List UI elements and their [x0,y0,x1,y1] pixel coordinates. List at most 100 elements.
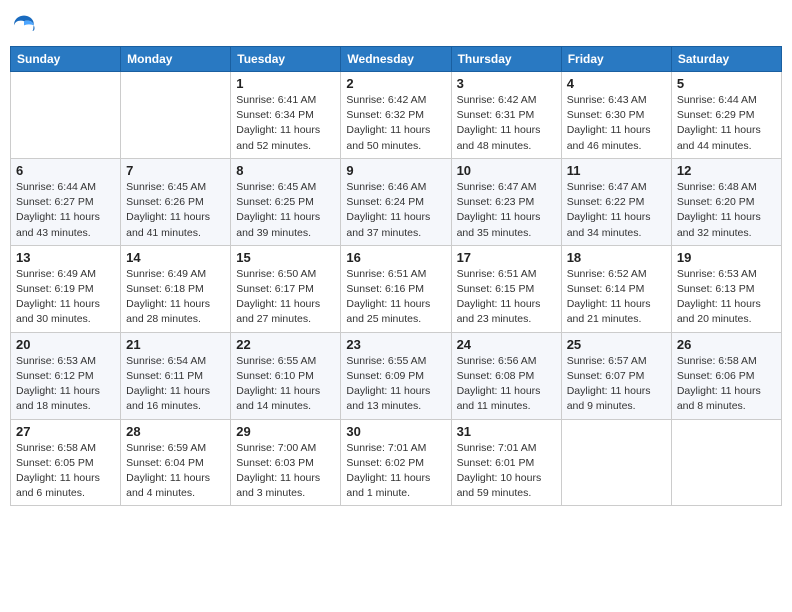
day-number: 8 [236,163,335,178]
day-info: Sunrise: 6:47 AM Sunset: 6:23 PM Dayligh… [457,180,556,241]
calendar-cell: 18 Sunrise: 6:52 AM Sunset: 6:14 PM Dayli… [561,245,671,332]
day-number: 25 [567,337,666,352]
calendar-cell: 23Sunrise: 6:55 AM Sunset: 6:09 PM Dayli… [341,332,451,419]
day-info: Sunrise: 6:49 AM Sunset: 6:19 PM Dayligh… [16,267,115,328]
calendar-cell: 7Sunrise: 6:45 AM Sunset: 6:26 PM Daylig… [121,158,231,245]
calendar-week-2: 6Sunrise: 6:44 AM Sunset: 6:27 PM Daylig… [11,158,782,245]
day-info: Sunrise: 6:51 AM Sunset: 6:16 PM Dayligh… [346,267,445,328]
calendar-cell: 24 Sunrise: 6:56 AM Sunset: 6:08 PM Dayli… [451,332,561,419]
day-number: 28 [126,424,225,439]
day-info: Sunrise: 6:52 AM Sunset: 6:14 PM Dayligh… [567,267,666,328]
calendar-week-3: 13 Sunrise: 6:49 AM Sunset: 6:19 PM Dayli… [11,245,782,332]
calendar-cell: 26 Sunrise: 6:58 AM Sunset: 6:06 PM Dayli… [671,332,781,419]
day-info: Sunrise: 6:58 AM Sunset: 6:06 PM Dayligh… [677,354,776,415]
day-info: Sunrise: 6:58 AM Sunset: 6:05 PM Dayligh… [16,441,115,502]
day-info: Sunrise: 6:44 AM Sunset: 6:29 PM Dayligh… [677,93,776,154]
day-of-week-monday: Monday [121,47,231,72]
day-info: Sunrise: 6:46 AM Sunset: 6:24 PM Dayligh… [346,180,445,241]
day-of-week-saturday: Saturday [671,47,781,72]
calendar-cell: 10 Sunrise: 6:47 AM Sunset: 6:23 PM Dayli… [451,158,561,245]
day-info: Sunrise: 6:53 AM Sunset: 6:12 PM Dayligh… [16,354,115,415]
day-info: Sunrise: 6:41 AM Sunset: 6:34 PM Dayligh… [236,93,335,154]
day-number: 29 [236,424,335,439]
day-info: Sunrise: 6:59 AM Sunset: 6:04 PM Dayligh… [126,441,225,502]
day-info: Sunrise: 6:45 AM Sunset: 6:26 PM Dayligh… [126,180,225,241]
day-number: 9 [346,163,445,178]
day-info: Sunrise: 6:56 AM Sunset: 6:08 PM Dayligh… [457,354,556,415]
day-number: 24 [457,337,556,352]
day-info: Sunrise: 6:53 AM Sunset: 6:13 PM Dayligh… [677,267,776,328]
calendar-cell: 19 Sunrise: 6:53 AM Sunset: 6:13 PM Dayli… [671,245,781,332]
day-number: 11 [567,163,666,178]
day-number: 26 [677,337,776,352]
calendar-cell: 15Sunrise: 6:50 AM Sunset: 6:17 PM Dayli… [231,245,341,332]
day-number: 20 [16,337,115,352]
day-info: Sunrise: 7:01 AM Sunset: 6:01 PM Dayligh… [457,441,556,502]
calendar-cell: 16 Sunrise: 6:51 AM Sunset: 6:16 PM Dayli… [341,245,451,332]
day-number: 12 [677,163,776,178]
calendar-cell: 2Sunrise: 6:42 AM Sunset: 6:32 PM Daylig… [341,72,451,159]
calendar-cell: 21 Sunrise: 6:54 AM Sunset: 6:11 PM Dayli… [121,332,231,419]
calendar-cell: 13 Sunrise: 6:49 AM Sunset: 6:19 PM Dayli… [11,245,121,332]
day-info: Sunrise: 6:44 AM Sunset: 6:27 PM Dayligh… [16,180,115,241]
logo [10,10,42,38]
calendar-cell: 5 Sunrise: 6:44 AM Sunset: 6:29 PM Daylig… [671,72,781,159]
calendar-week-1: 1 Sunrise: 6:41 AM Sunset: 6:34 PM Daylig… [11,72,782,159]
calendar-cell [121,72,231,159]
calendar-cell: 17 Sunrise: 6:51 AM Sunset: 6:15 PM Dayli… [451,245,561,332]
calendar-cell: 22Sunrise: 6:55 AM Sunset: 6:10 PM Dayli… [231,332,341,419]
calendar-cell: 11 Sunrise: 6:47 AM Sunset: 6:22 PM Dayli… [561,158,671,245]
day-number: 10 [457,163,556,178]
calendar-cell: 6Sunrise: 6:44 AM Sunset: 6:27 PM Daylig… [11,158,121,245]
calendar-cell: 27Sunrise: 6:58 AM Sunset: 6:05 PM Dayli… [11,419,121,506]
day-of-week-sunday: Sunday [11,47,121,72]
page-header [10,10,782,38]
day-info: Sunrise: 6:49 AM Sunset: 6:18 PM Dayligh… [126,267,225,328]
day-info: Sunrise: 6:42 AM Sunset: 6:32 PM Dayligh… [346,93,445,154]
day-info: Sunrise: 6:55 AM Sunset: 6:10 PM Dayligh… [236,354,335,415]
day-info: Sunrise: 6:51 AM Sunset: 6:15 PM Dayligh… [457,267,556,328]
day-info: Sunrise: 6:54 AM Sunset: 6:11 PM Dayligh… [126,354,225,415]
calendar-week-5: 27Sunrise: 6:58 AM Sunset: 6:05 PM Dayli… [11,419,782,506]
day-number: 4 [567,76,666,91]
calendar-table: SundayMondayTuesdayWednesdayThursdayFrid… [10,46,782,506]
calendar-cell: 12 Sunrise: 6:48 AM Sunset: 6:20 PM Dayli… [671,158,781,245]
calendar-week-4: 20 Sunrise: 6:53 AM Sunset: 6:12 PM Dayli… [11,332,782,419]
day-number: 13 [16,250,115,265]
day-info: Sunrise: 6:43 AM Sunset: 6:30 PM Dayligh… [567,93,666,154]
day-info: Sunrise: 6:48 AM Sunset: 6:20 PM Dayligh… [677,180,776,241]
day-number: 30 [346,424,445,439]
calendar-cell: 9 Sunrise: 6:46 AM Sunset: 6:24 PM Daylig… [341,158,451,245]
calendar-cell: 8 Sunrise: 6:45 AM Sunset: 6:25 PM Daylig… [231,158,341,245]
day-of-week-thursday: Thursday [451,47,561,72]
calendar-cell: 28 Sunrise: 6:59 AM Sunset: 6:04 PM Dayli… [121,419,231,506]
calendar-cell: 30Sunrise: 7:01 AM Sunset: 6:02 PM Dayli… [341,419,451,506]
logo-icon [10,10,38,38]
day-number: 16 [346,250,445,265]
calendar-cell: 25 Sunrise: 6:57 AM Sunset: 6:07 PM Dayli… [561,332,671,419]
day-info: Sunrise: 6:47 AM Sunset: 6:22 PM Dayligh… [567,180,666,241]
calendar-cell: 4 Sunrise: 6:43 AM Sunset: 6:30 PM Daylig… [561,72,671,159]
day-of-week-wednesday: Wednesday [341,47,451,72]
day-info: Sunrise: 6:45 AM Sunset: 6:25 PM Dayligh… [236,180,335,241]
day-info: Sunrise: 6:50 AM Sunset: 6:17 PM Dayligh… [236,267,335,328]
calendar-cell: 29 Sunrise: 7:00 AM Sunset: 6:03 PM Dayli… [231,419,341,506]
calendar-cell: 3Sunrise: 6:42 AM Sunset: 6:31 PM Daylig… [451,72,561,159]
calendar-cell [11,72,121,159]
day-number: 21 [126,337,225,352]
day-of-week-friday: Friday [561,47,671,72]
calendar-cell [671,419,781,506]
day-number: 14 [126,250,225,265]
calendar-header-row: SundayMondayTuesdayWednesdayThursdayFrid… [11,47,782,72]
day-number: 18 [567,250,666,265]
day-info: Sunrise: 6:57 AM Sunset: 6:07 PM Dayligh… [567,354,666,415]
day-number: 3 [457,76,556,91]
day-number: 19 [677,250,776,265]
calendar-cell: 1 Sunrise: 6:41 AM Sunset: 6:34 PM Daylig… [231,72,341,159]
day-number: 5 [677,76,776,91]
day-number: 17 [457,250,556,265]
calendar-cell: 14 Sunrise: 6:49 AM Sunset: 6:18 PM Dayli… [121,245,231,332]
calendar-cell: 31Sunrise: 7:01 AM Sunset: 6:01 PM Dayli… [451,419,561,506]
day-number: 1 [236,76,335,91]
day-info: Sunrise: 7:00 AM Sunset: 6:03 PM Dayligh… [236,441,335,502]
